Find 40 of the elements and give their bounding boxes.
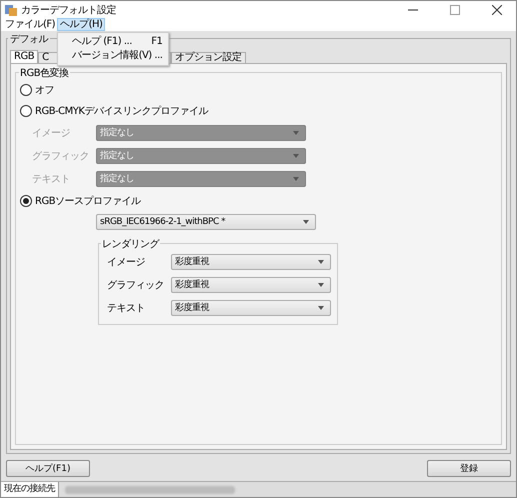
- radio-label: RGBソースプロファイル: [35, 194, 141, 208]
- app-icon: [5, 4, 17, 16]
- caret-icon: [318, 260, 324, 264]
- menu-item[interactable]: ファイル(F): [3, 18, 58, 30]
- field-label: イメージ: [32, 126, 71, 140]
- group-title: デフォル: [8, 32, 50, 46]
- status-label: 現在の接続先: [1, 482, 59, 497]
- radio-button[interactable]: [20, 195, 32, 207]
- caret-icon: [303, 220, 309, 224]
- field-label: グラフィック: [107, 278, 165, 292]
- maximize-icon[interactable]: [450, 4, 460, 14]
- field-label: テキスト: [32, 172, 71, 186]
- caret-icon: [318, 306, 324, 310]
- dialog-button[interactable]: 登録: [427, 460, 511, 477]
- dropdown-field[interactable]: sRGB_IEC61966-2-1_withBPC *: [96, 214, 316, 230]
- dialog-button[interactable]: ヘルプ(F1): [6, 460, 90, 477]
- radio-button[interactable]: [20, 84, 32, 96]
- caret-icon: [293, 154, 299, 158]
- group-title: レンダリング: [101, 237, 160, 251]
- radio-label: RGB-CMYKデバイスリンクプロファイル: [35, 104, 208, 118]
- field-label: テキスト: [107, 302, 146, 314]
- menu-option[interactable]: バージョン情報(V) ...: [72, 49, 162, 63]
- radio-button[interactable]: [20, 105, 32, 117]
- radio-label: オフ: [35, 84, 54, 97]
- field-label: イメージ: [107, 256, 146, 268]
- menu-option[interactable]: ヘルプ (F1) ...: [72, 35, 132, 49]
- window-title: カラーデフォルト設定: [21, 4, 116, 16]
- close-icon[interactable]: [492, 4, 502, 14]
- tab[interactable]: RGB: [10, 50, 38, 63]
- dropdown-field[interactable]: 彩度重視: [171, 276, 331, 292]
- shortcut-text: F1: [151, 35, 162, 49]
- field-label: グラフィック: [32, 150, 90, 162]
- menu-item[interactable]: ヘルプ(H): [57, 18, 106, 31]
- section-title: RGB色変換: [19, 66, 70, 80]
- dropdown-field[interactable]: 彩度重視: [171, 254, 331, 270]
- caret-icon: [318, 282, 324, 286]
- tab[interactable]: オプション設定: [171, 52, 246, 63]
- caret-icon: [293, 130, 299, 134]
- caret-icon: [293, 176, 299, 180]
- dropdown-field[interactable]: 彩度重視: [171, 300, 331, 316]
